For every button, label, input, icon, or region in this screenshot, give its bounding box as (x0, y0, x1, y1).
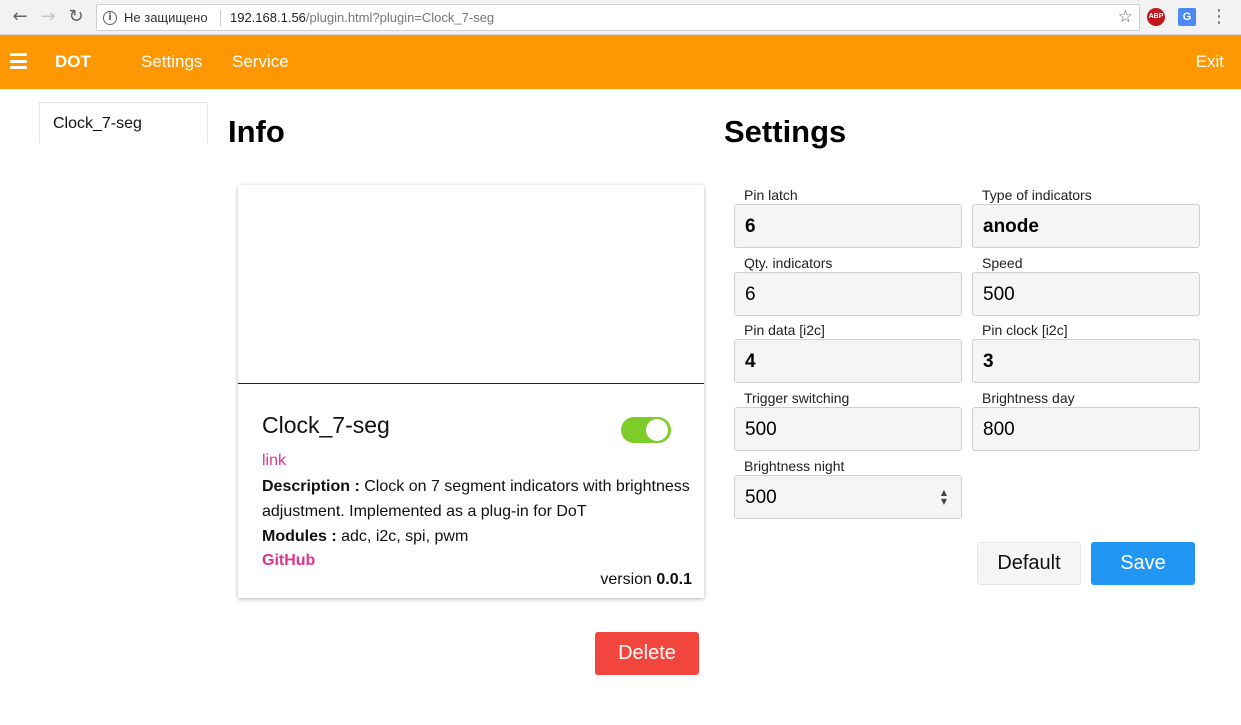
qty-indicators-label: Qty. indicators (744, 255, 833, 271)
pin-data-input[interactable]: 4 (734, 339, 962, 383)
toggle-knob (646, 419, 668, 441)
sidebar-item-clock-7-seg[interactable]: Clock_7-seg (39, 102, 208, 143)
pin-clock-label: Pin clock [i2c] (982, 322, 1068, 338)
speed-label: Speed (982, 255, 1023, 271)
plugin-description: Description : Clock on 7 segment indicat… (262, 474, 692, 549)
speed-input[interactable]: 500 (972, 272, 1200, 316)
nav-exit[interactable]: Exit (1196, 52, 1224, 72)
brand-logo[interactable]: DOT (55, 52, 91, 72)
version-number: 0.0.1 (656, 571, 692, 588)
info-heading: Info (228, 114, 285, 149)
reload-icon[interactable]: ↻ (65, 6, 87, 28)
type-of-indicators-input[interactable]: anode (972, 204, 1200, 248)
pin-data-label: Pin data [i2c] (744, 322, 825, 338)
type-of-indicators-label: Type of indicators (982, 187, 1092, 203)
google-translate-icon[interactable]: G (1178, 8, 1196, 26)
plugin-link[interactable]: link (262, 452, 286, 470)
brightness-night-value: 500 (745, 487, 777, 508)
brightness-day-input[interactable]: 800 (972, 407, 1200, 451)
settings-heading: Settings (724, 114, 847, 149)
description-label: Description : (262, 478, 360, 495)
security-status[interactable]: Не защищено (124, 10, 208, 25)
modules-text: adc, i2c, spi, pwm (341, 528, 469, 545)
github-link[interactable]: GitHub (262, 552, 315, 570)
brightness-day-label: Brightness day (982, 390, 1075, 406)
brightness-night-label: Brightness night (744, 458, 845, 474)
brightness-night-input[interactable]: 500 ▲ ▼ (734, 475, 962, 519)
address-bar[interactable]: i Не защищено 192.168.1.56/plugin.html?p… (96, 4, 1140, 31)
bookmark-star-icon[interactable]: ☆ (1118, 7, 1133, 27)
back-arrow-icon[interactable]: ← (9, 6, 31, 28)
url-path: /plugin.html?plugin=Clock_7-seg (305, 10, 495, 25)
version-label: version (600, 571, 652, 588)
app-bar: DOT Settings Service Exit (0, 35, 1241, 89)
plugin-title: Clock_7-seg (262, 412, 390, 438)
browser-menu-icon[interactable]: ⋮ (1210, 6, 1228, 28)
nav-service[interactable]: Service (232, 52, 289, 72)
plugin-enable-toggle[interactable] (621, 417, 671, 443)
qty-indicators-input[interactable]: 6 (734, 272, 962, 316)
default-button[interactable]: Default (977, 542, 1081, 585)
number-spinner-icon[interactable]: ▲ ▼ (939, 488, 949, 506)
browser-toolbar: ← → ↻ i Не защищено 192.168.1.56/plugin.… (0, 0, 1241, 35)
trigger-switching-input[interactable]: 500 (734, 407, 962, 451)
info-icon[interactable]: i (103, 11, 117, 25)
url-host: 192.168.1.56 (230, 10, 306, 25)
hamburger-menu-icon[interactable] (10, 53, 27, 69)
save-button[interactable]: Save (1091, 542, 1195, 585)
delete-button[interactable]: Delete (595, 632, 699, 675)
pin-clock-input[interactable]: 3 (972, 339, 1200, 383)
pin-latch-input[interactable]: 6 (734, 204, 962, 248)
modules-label: Modules : (262, 528, 337, 545)
plugin-card: Clock_7-seg link Description : Clock on … (238, 185, 704, 598)
trigger-switching-label: Trigger switching (744, 390, 850, 406)
plugin-version: version 0.0.1 (600, 571, 692, 589)
address-separator (220, 10, 221, 26)
plugin-image (238, 185, 704, 384)
pin-latch-label: Pin latch (744, 187, 798, 203)
forward-arrow-icon[interactable]: → (37, 6, 59, 28)
adblock-plus-icon[interactable]: ABP (1147, 8, 1165, 26)
url-text[interactable]: 192.168.1.56/plugin.html?plugin=Clock_7-… (230, 10, 494, 25)
nav-settings[interactable]: Settings (141, 52, 202, 72)
